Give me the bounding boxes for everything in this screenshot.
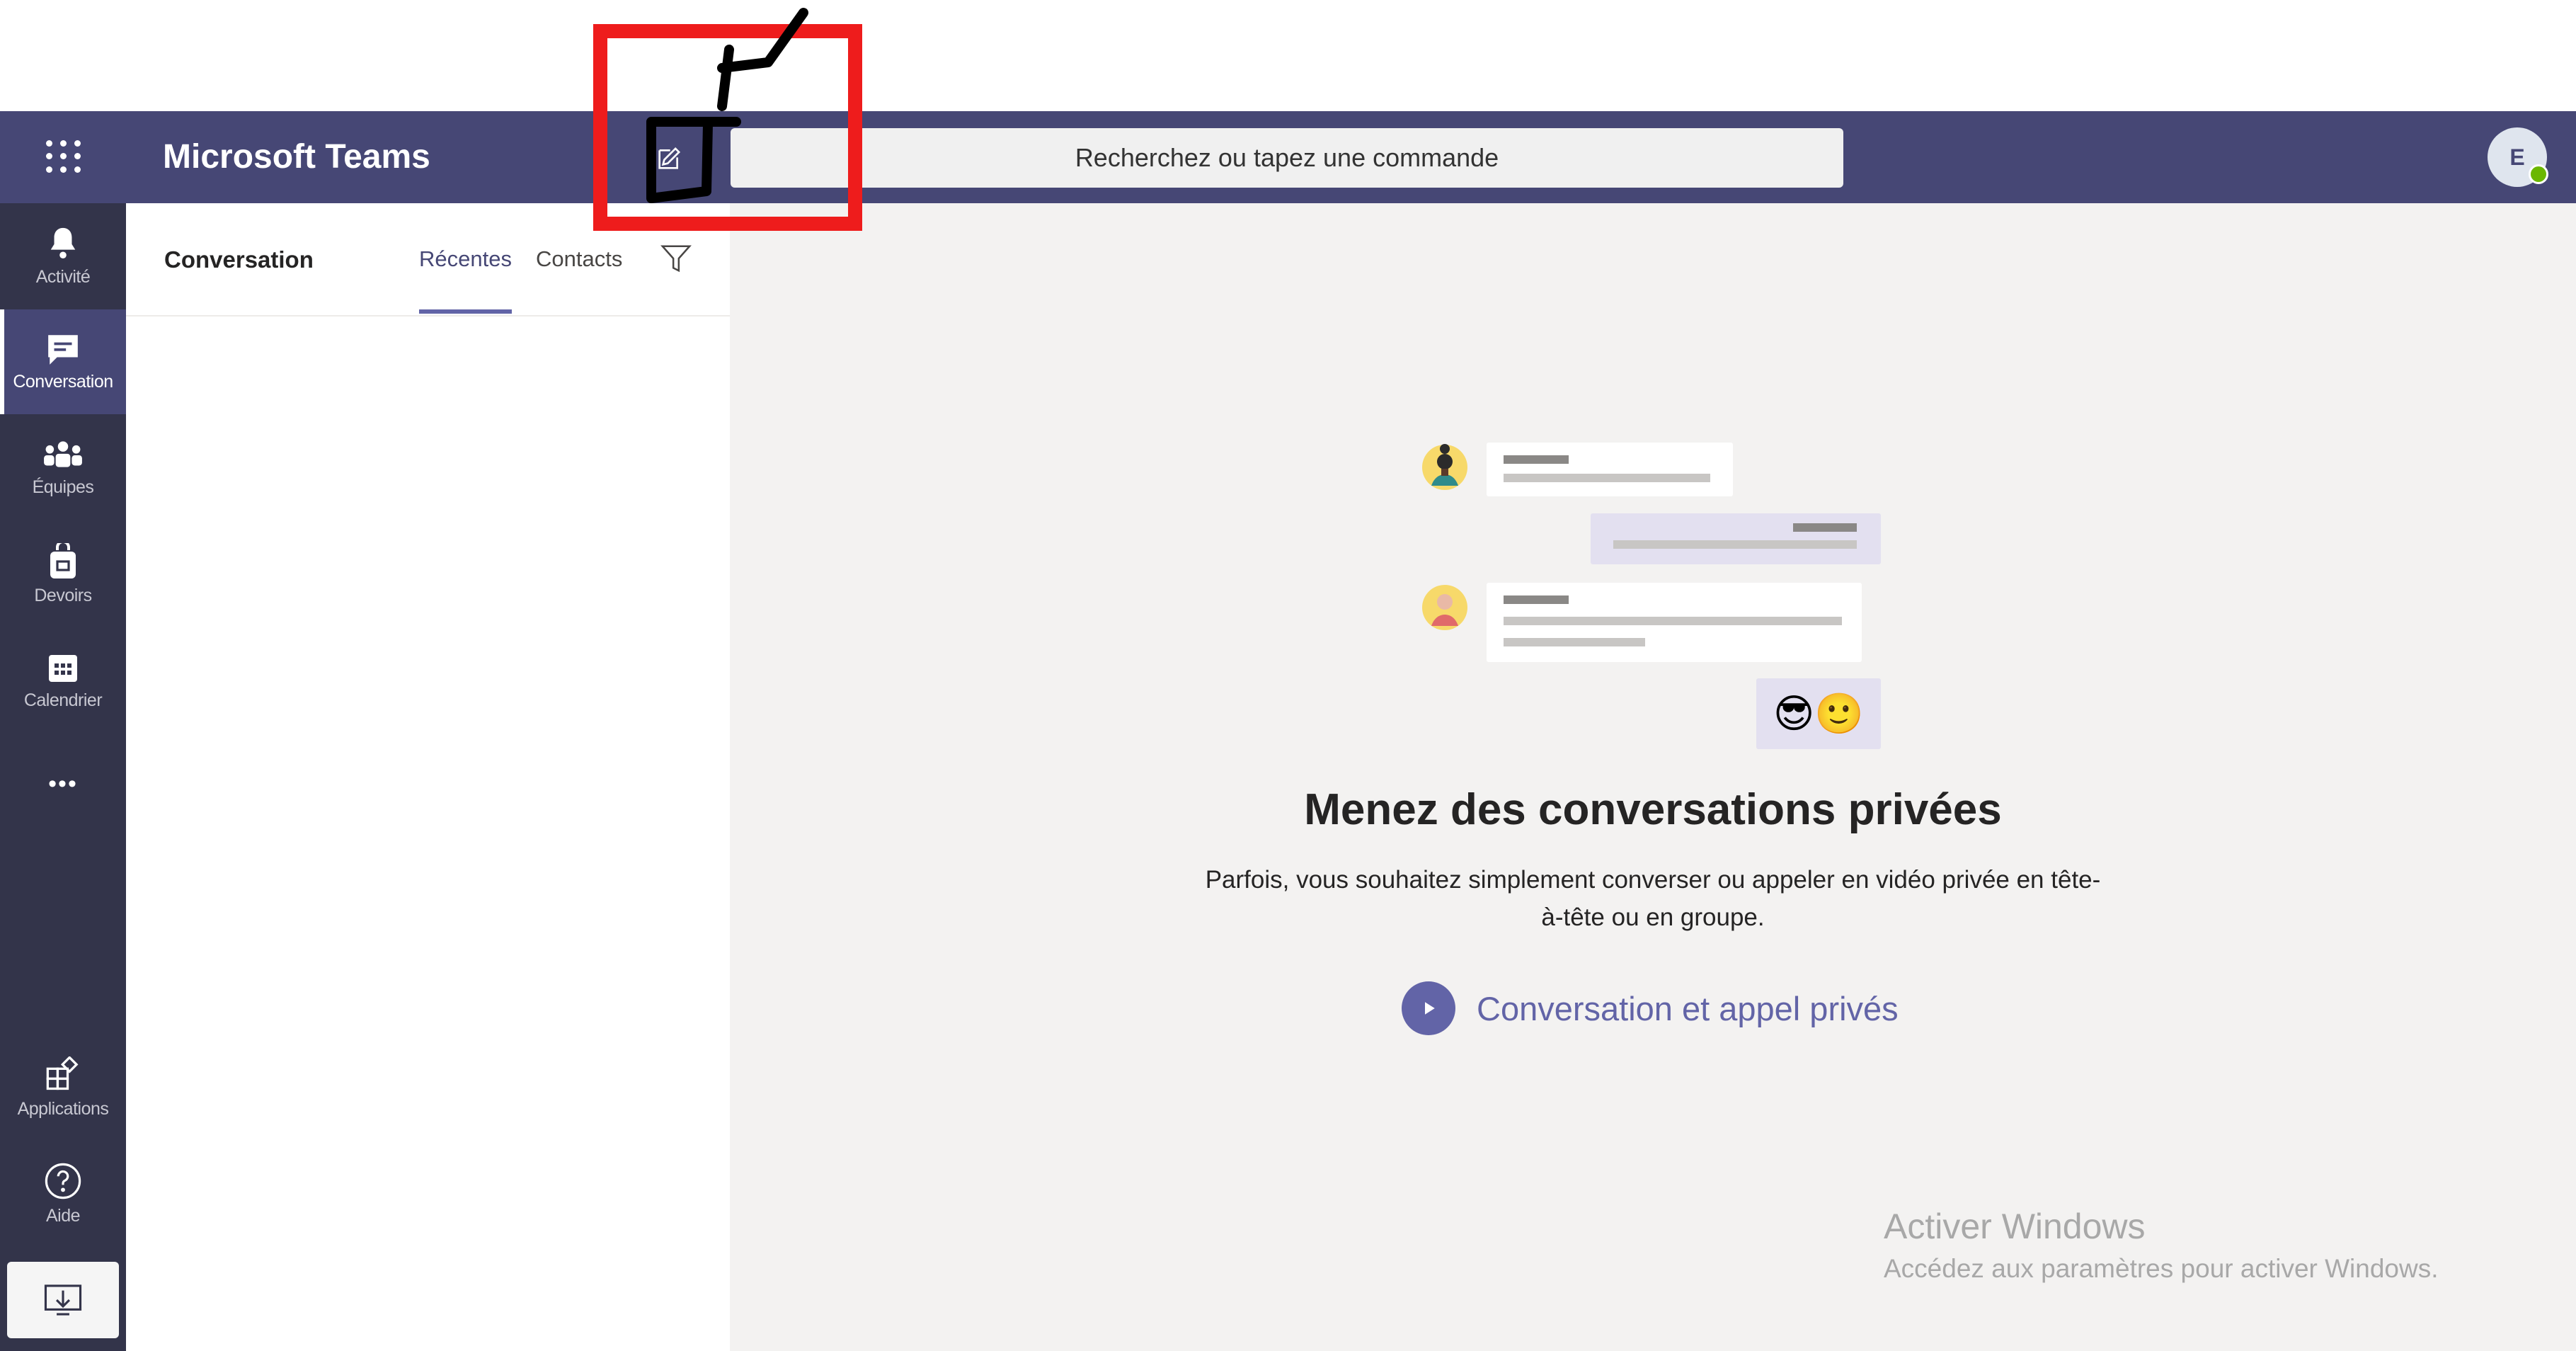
emoji-reaction: 😎🙂: [1756, 678, 1881, 749]
active-tab-indicator: [419, 309, 512, 314]
cta-label: Conversation et appel privés: [1477, 989, 1899, 1027]
rail-item-equipes[interactable]: Équipes: [0, 416, 126, 520]
rail-item-activite[interactable]: Activité: [0, 203, 126, 308]
list-pane-title: Conversation: [164, 246, 314, 273]
emoji-text: 😎🙂: [1773, 691, 1865, 737]
windows-activation-subtitle: Accédez aux paramètres pour activer Wind…: [1884, 1254, 2439, 1283]
main-content: [730, 203, 2576, 1351]
rail-label: Équipes: [32, 477, 94, 497]
message-bubble-self: [1591, 513, 1881, 564]
rail-label: Conversation: [13, 371, 113, 392]
apps-icon: [46, 1056, 79, 1090]
avatar-man-icon: [1422, 585, 1467, 630]
play-icon: [1402, 981, 1455, 1035]
more-icon: •••: [48, 770, 78, 797]
help-icon: [45, 1163, 81, 1199]
download-icon: [44, 1284, 82, 1316]
teams-icon: [44, 440, 82, 467]
empty-state-description: Parfois, vous souhaitez simplement conve…: [1205, 866, 2101, 931]
private-chat-call-link[interactable]: Conversation et appel privés: [1402, 981, 1899, 1035]
avatar-woman-icon: [1422, 444, 1467, 490]
message-bubble: [1487, 583, 1862, 662]
divider: [126, 315, 730, 317]
tab-contacts[interactable]: Contacts: [536, 246, 622, 272]
conversation-list-pane: [126, 203, 730, 1351]
more-apps-button[interactable]: •••: [0, 734, 126, 833]
rail-item-applications[interactable]: Applications: [0, 1035, 126, 1140]
search-input[interactable]: [731, 128, 1843, 188]
chat-icon: [48, 334, 78, 365]
rail-label: Devoirs: [34, 585, 92, 605]
app-title: Microsoft Teams: [163, 138, 430, 176]
windows-activation-title: Activer Windows: [1884, 1207, 2146, 1246]
chat-illustration: 😎🙂: [1402, 425, 1897, 765]
rail-label: Calendrier: [23, 690, 103, 710]
empty-state-heading: Menez des conversations privées: [1304, 785, 2002, 834]
rail-label: Applications: [17, 1098, 109, 1119]
calendar-icon: [49, 654, 77, 682]
rail-label: Activité: [35, 266, 91, 287]
bell-icon: [50, 227, 76, 258]
filter-icon[interactable]: [660, 242, 692, 275]
download-app-button[interactable]: [7, 1262, 119, 1338]
avatar-initial: E: [2509, 144, 2525, 170]
rail-label: Aide: [45, 1205, 81, 1226]
assignments-icon: [50, 542, 76, 578]
presence-badge: [2529, 164, 2548, 184]
app-launcher-icon[interactable]: [44, 139, 82, 174]
rail-item-conversation[interactable]: Conversation: [0, 309, 126, 414]
message-bubble: [1487, 443, 1733, 496]
rail-item-calendrier[interactable]: Calendrier: [0, 628, 126, 733]
rail-item-devoirs[interactable]: Devoirs: [0, 522, 126, 627]
annotation-highlight-box: [593, 24, 862, 231]
tab-recentes[interactable]: Récentes: [419, 246, 512, 272]
rail-item-aide[interactable]: Aide: [0, 1141, 126, 1246]
